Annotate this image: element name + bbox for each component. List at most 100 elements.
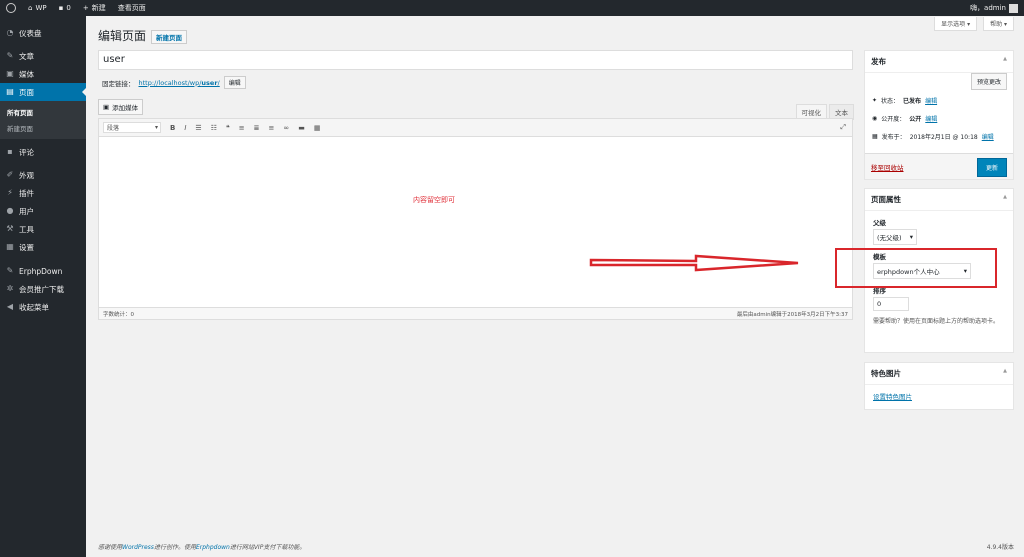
sidebar-item-appearance[interactable]: ✐ 外观 — [0, 166, 86, 184]
featured-box-title: 特色图片 — [871, 369, 901, 378]
my-account-menu[interactable]: 嗨，admin — [964, 0, 1024, 16]
status-edit-link[interactable]: 编辑 — [925, 96, 937, 105]
footer-text-prefix: 感谢使用 — [98, 544, 123, 551]
sidebar-item-pages[interactable]: ▤ 页面 — [0, 83, 86, 101]
site-name-menu[interactable]: ⌂ WP — [22, 0, 53, 16]
sidebar-item-label: 会员推广下载 — [19, 284, 64, 294]
move-to-trash-link[interactable]: 移至回收站 — [871, 162, 904, 172]
sidebar-item-label: 文章 — [19, 51, 34, 61]
home-icon: ⌂ — [28, 4, 33, 12]
wordpress-link[interactable]: WordPress — [122, 544, 154, 551]
visibility-label: 公开度： — [881, 115, 906, 123]
admin-bar: ⌂ WP ▪ 0 + 新建 查看页面 嗨，admin — [0, 0, 1024, 16]
collapse-icon: ◀ — [6, 302, 14, 311]
annotation-arrow-shape — [589, 254, 799, 272]
permalink-url[interactable]: http://localhost/wp/user/ — [139, 79, 220, 87]
toolbar-toggle-icon[interactable]: ▦ — [314, 124, 321, 132]
parent-select[interactable]: (无父级) ▾ — [873, 229, 917, 245]
read-more-icon[interactable]: ▬ — [298, 124, 305, 132]
sidebar-item-label: 评论 — [19, 147, 34, 157]
bullet-list-icon[interactable]: ☰ — [195, 124, 201, 132]
sidebar-item-referral[interactable]: ✲ 会员推广下载 — [0, 280, 86, 298]
screen-options-button[interactable]: 显示选项 ▾ — [934, 17, 978, 31]
greeting: 嗨，admin — [970, 4, 1006, 12]
published-label: 发布于： — [881, 133, 906, 141]
calendar-icon: ▦ — [872, 132, 878, 140]
sidebar-item-label: 页面 — [19, 87, 34, 97]
sidebar-item-settings[interactable]: ▦ 设置 — [0, 238, 86, 256]
collapse-arrow-icon[interactable]: ▲ — [1003, 56, 1007, 67]
permalink-row: 固定链接： http://localhost/wp/user/ 编辑 — [102, 76, 246, 89]
new-content-menu[interactable]: + 新建 — [77, 0, 112, 16]
add-media-label: 添加媒体 — [112, 104, 139, 112]
permalink-suffix: / — [217, 78, 220, 87]
help-text: 需要帮助？使用在页面标题上方的帮助选项卡。 — [873, 318, 1000, 325]
pages-icon: ▤ — [6, 87, 14, 96]
visibility-edit-link[interactable]: 编辑 — [925, 114, 937, 123]
set-featured-image-link[interactable]: 设置特色图片 — [865, 385, 1013, 407]
plugin-icon: ⚡ — [7, 188, 13, 197]
publish-box-title: 发布 — [871, 57, 886, 66]
submenu-all-pages[interactable]: 所有页面 — [0, 104, 86, 120]
footer-text-suffix: 进行网站VIP支付下载功能。 — [229, 544, 306, 551]
comments-menu[interactable]: ▪ 0 — [53, 0, 77, 16]
order-input[interactable]: 0 — [873, 297, 909, 311]
publish-box-header[interactable]: 发布 ▲ — [865, 51, 1013, 73]
sidebar-item-users[interactable]: ● 用户 — [0, 202, 86, 220]
published-row: ▦ 发布于： 2018年2月1日 @ 10:18 编辑 — [865, 127, 1013, 145]
update-button[interactable]: 更新 — [976, 158, 1007, 177]
align-left-icon[interactable]: ≡ — [239, 124, 245, 132]
gear-icon: ✲ — [6, 284, 14, 293]
align-center-icon[interactable]: ≣ — [254, 124, 260, 132]
featured-image-box: 特色图片 ▲ 设置特色图片 — [864, 362, 1014, 410]
chevron-down-icon: ▾ — [909, 233, 913, 241]
collapse-arrow-icon[interactable]: ▲ — [1003, 194, 1007, 205]
sidebar-item-erphpdown[interactable]: ✎ ErphpDown — [0, 262, 86, 280]
permalink-edit-button[interactable]: 编辑 — [223, 76, 246, 89]
fullscreen-icon[interactable]: ⤢ — [840, 123, 846, 132]
collapse-arrow-icon[interactable]: ▲ — [1003, 368, 1007, 379]
numbered-list-icon[interactable]: ☷ — [211, 124, 217, 132]
sidebar-item-label: 设置 — [19, 242, 34, 252]
parent-value: (无父级) — [877, 234, 902, 242]
sidebar-item-label: ErphpDown — [19, 266, 63, 276]
help-button[interactable]: 帮助 ▾ — [983, 17, 1014, 31]
sidebar-item-collapse[interactable]: ◀ 收起菜单 — [0, 298, 86, 316]
italic-icon[interactable]: I — [184, 124, 186, 132]
avatar — [1009, 3, 1018, 13]
editor-toolbar: 段落 ▾ B I ☰ ☷ ❝ ≡ ≣ ≡ ∞ ▬ ▦ ⤢ — [99, 119, 852, 137]
blockquote-icon[interactable]: ❝ — [226, 124, 230, 132]
published-value: 2018年2月1日 @ 10:18 — [909, 133, 978, 141]
sidebar-item-posts[interactable]: ✎ 文章 — [0, 47, 86, 65]
add-new-page-button[interactable]: 新建页面 — [151, 30, 187, 44]
editor-status-bar: 字数统计：0 最后由admin编辑于2018年3月2日下午3:37 — [99, 307, 852, 319]
status-value: 已发布 — [903, 97, 922, 105]
sidebar-item-comments[interactable]: ▪ 评论 — [0, 143, 86, 161]
wordpress-logo-icon — [6, 3, 16, 13]
sidebar-item-tools[interactable]: ⚒ 工具 — [0, 220, 86, 238]
sidebar-item-label: 外观 — [19, 170, 34, 180]
annotation-arrow — [589, 254, 799, 272]
featured-box-header[interactable]: 特色图片 ▲ — [865, 363, 1013, 385]
preview-changes-button[interactable]: 预览更改 — [970, 73, 1007, 90]
submenu-new-page[interactable]: 新建页面 — [0, 120, 86, 136]
sidebar-item-dashboard[interactable]: ◔ 仪表盘 — [0, 24, 86, 42]
user-icon: ● — [6, 206, 14, 215]
dashboard-icon: ◔ — [6, 28, 14, 37]
format-select[interactable]: 段落 ▾ — [103, 122, 161, 133]
bold-icon[interactable]: B — [170, 124, 175, 132]
sidebar-item-plugins[interactable]: ⚡ 插件 — [0, 184, 86, 202]
align-right-icon[interactable]: ≡ — [269, 124, 275, 132]
sidebar-item-media[interactable]: ▣ 媒体 — [0, 65, 86, 83]
wp-logo-menu[interactable] — [0, 0, 22, 16]
sidebar-item-label: 插件 — [19, 188, 34, 198]
link-icon[interactable]: ∞ — [283, 124, 289, 132]
settings-icon: ▦ — [6, 242, 14, 251]
attributes-box-header[interactable]: 页面属性 ▲ — [865, 189, 1013, 211]
erphpdown-link[interactable]: Erphpdown — [196, 544, 230, 551]
add-media-button[interactable]: ▣ 添加媒体 — [98, 99, 144, 115]
view-page-link[interactable]: 查看页面 — [112, 0, 152, 16]
title-input[interactable]: user — [98, 50, 853, 70]
page-title: 编辑页面 — [98, 29, 147, 43]
published-edit-link[interactable]: 编辑 — [982, 132, 994, 141]
